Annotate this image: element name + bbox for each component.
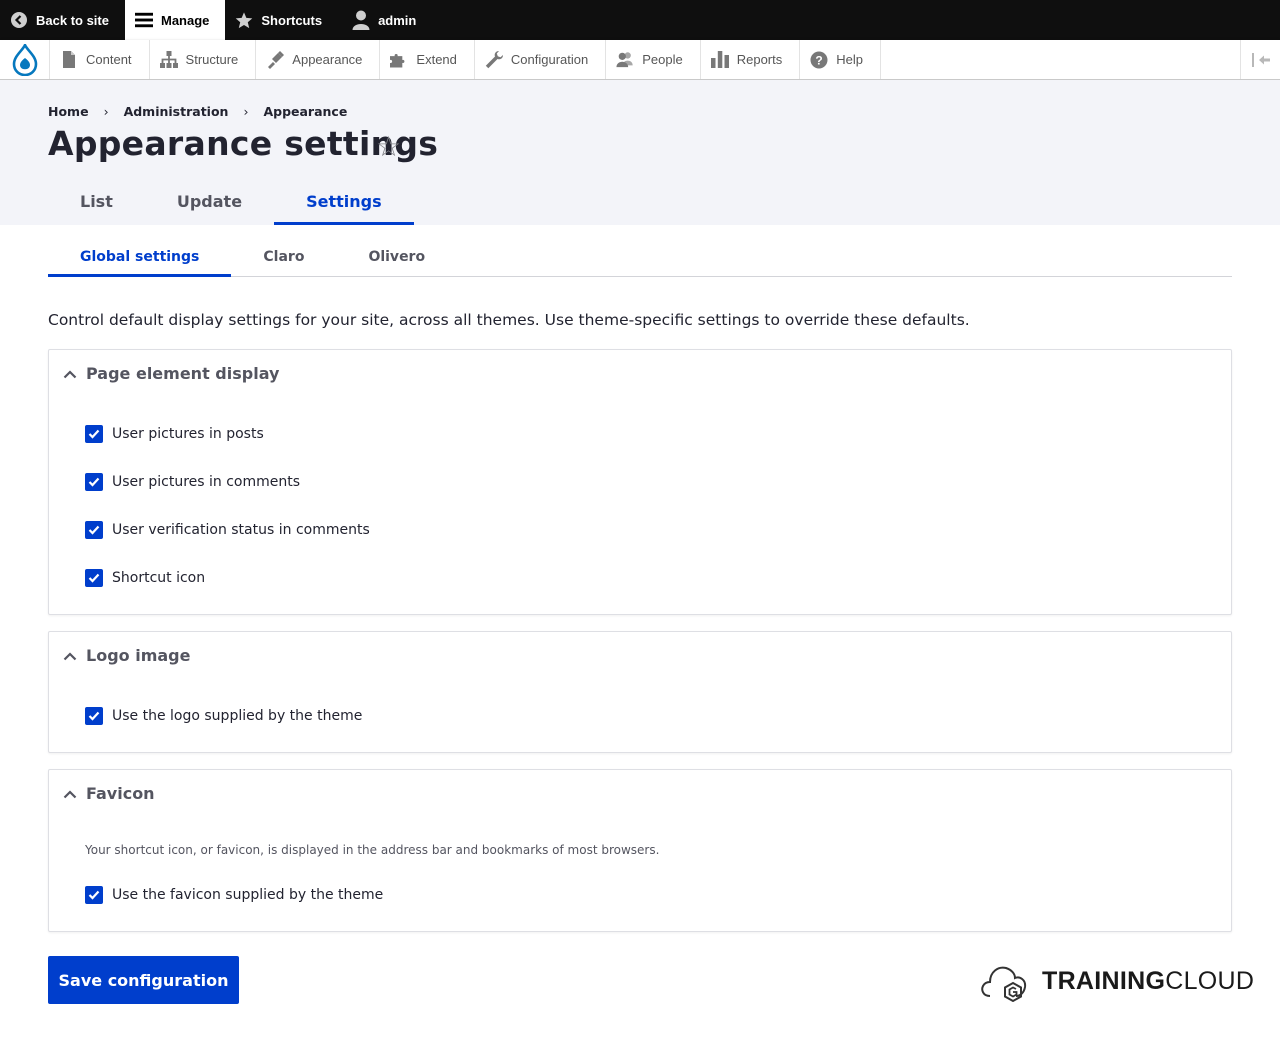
brand-logo: TRAININGCLOUD (980, 960, 1254, 1002)
fieldset-title: Favicon (86, 784, 155, 803)
admin-menu-bar: Content Structure Appearance Extend Conf… (0, 40, 1280, 80)
checkbox-label: Use the logo supplied by the theme (112, 708, 363, 724)
checkbox-user-pictures-posts[interactable]: User pictures in posts (85, 425, 264, 443)
chevron-up-icon (63, 649, 77, 663)
menu-item-reports-label: Reports (736, 52, 783, 67)
tab-list[interactable]: List (48, 184, 145, 225)
checkbox-checked-icon[interactable] (85, 473, 103, 491)
user-tab[interactable]: admin (338, 0, 432, 40)
brand-word-cloud: CLOUD (1165, 966, 1255, 995)
checkbox-user-verification-status[interactable]: User verification status in comments (85, 521, 370, 539)
primary-tabs: List Update Settings (48, 184, 414, 225)
checkbox-checked-icon[interactable] (85, 569, 103, 587)
checkbox-label: Use the favicon supplied by the theme (112, 887, 384, 903)
menu-item-appearance[interactable]: Appearance (256, 40, 381, 79)
puzzle-icon (390, 51, 408, 69)
manage-tab[interactable]: Manage (124, 0, 226, 40)
fieldset-toggle[interactable]: Favicon (63, 784, 155, 803)
tab-claro[interactable]: Claro (231, 239, 336, 277)
brand-wordmark: TRAININGCLOUD (1042, 967, 1254, 996)
fieldset-favicon: Favicon Your shortcut icon, or favicon, … (48, 769, 1232, 932)
page-header: Home › Administration › Appearance Appea… (0, 80, 1280, 225)
fieldset-title: Logo image (86, 646, 191, 665)
fieldset-toggle[interactable]: Page element display (63, 364, 279, 383)
bar-chart-icon (710, 51, 729, 69)
chevron-up-icon (63, 367, 77, 381)
cloud-logo-icon (981, 966, 1027, 1002)
menu-item-help[interactable]: ? Help (800, 40, 881, 79)
tab-update[interactable]: Update (145, 184, 274, 225)
user-icon (352, 10, 370, 30)
breadcrumb-home[interactable]: Home (48, 104, 89, 119)
checkbox-label: User verification status in comments (112, 522, 370, 538)
intro-text: Control default display settings for you… (48, 311, 970, 329)
user-label: admin (378, 12, 417, 28)
toolbar: Back to site Manage Shortcuts admin (0, 0, 1280, 40)
orientation-toggle-icon[interactable] (1240, 40, 1280, 79)
checkbox-user-pictures-comments[interactable]: User pictures in comments (85, 473, 300, 491)
menu-bar-spacer (881, 40, 1240, 79)
breadcrumb-separator: › (243, 104, 249, 119)
paintbrush-icon (266, 50, 285, 69)
breadcrumb-appearance[interactable]: Appearance (263, 104, 347, 119)
checkbox-checked-icon[interactable] (85, 521, 103, 539)
menu-item-configuration-label: Configuration (510, 52, 589, 67)
sitemap-icon (159, 51, 178, 69)
checkbox-label: User pictures in posts (112, 426, 264, 442)
svg-text:?: ? (816, 53, 823, 67)
breadcrumb-separator: › (103, 104, 109, 119)
drupal-logo-icon[interactable] (0, 40, 50, 79)
save-configuration-button[interactable]: Save configuration (48, 956, 239, 1004)
breadcrumb-administration[interactable]: Administration (124, 104, 229, 119)
back-to-site-link[interactable]: Back to site (0, 0, 125, 40)
fieldset-title: Page element display (86, 364, 280, 383)
menu-item-content[interactable]: Content (50, 40, 150, 79)
wrench-icon (485, 50, 503, 69)
fieldset-logo-image: Logo image Use the logo supplied by the … (48, 631, 1232, 753)
back-to-site-label: Back to site (36, 12, 109, 28)
menu-item-people-label: People (642, 52, 683, 67)
star-icon (235, 11, 253, 29)
menu-item-extend-label: Extend (416, 52, 457, 67)
checkbox-label: Shortcut icon (112, 570, 206, 586)
checkbox-label: User pictures in comments (112, 474, 301, 490)
checkbox-checked-icon[interactable] (85, 425, 103, 443)
tab-global-settings[interactable]: Global settings (48, 239, 232, 277)
checkbox-use-theme-favicon[interactable]: Use the favicon supplied by the theme (85, 886, 383, 904)
checkbox-use-theme-logo[interactable]: Use the logo supplied by the theme (85, 707, 362, 725)
people-icon (616, 51, 634, 69)
chevron-up-icon (63, 787, 77, 801)
fieldset-page-element-display: Page element display User pictures in po… (48, 349, 1232, 615)
secondary-tabs: Global settings Claro Olivero (48, 239, 1232, 277)
fieldset-toggle[interactable]: Logo image (63, 646, 190, 665)
help-icon: ? (810, 51, 828, 69)
breadcrumb: Home › Administration › Appearance (48, 104, 347, 119)
tab-settings[interactable]: Settings (274, 184, 414, 225)
favicon-description: Your shortcut icon, or favicon, is displ… (85, 843, 660, 857)
menu-item-content-label: Content (86, 52, 132, 67)
menu-item-structure[interactable]: Structure (150, 40, 257, 79)
tab-olivero[interactable]: Olivero (336, 239, 457, 277)
manage-label: Manage (160, 12, 210, 28)
hamburger-icon (134, 11, 153, 29)
menu-item-people[interactable]: People (606, 40, 701, 79)
checkbox-checked-icon[interactable] (85, 886, 103, 904)
file-icon (60, 51, 78, 69)
shortcuts-label: Shortcuts (261, 12, 323, 28)
menu-item-help-label: Help (836, 52, 863, 67)
menu-item-reports[interactable]: Reports (701, 40, 801, 79)
menu-item-structure-label: Structure (185, 52, 239, 67)
menu-item-configuration[interactable]: Configuration (475, 40, 607, 79)
shortcuts-tab[interactable]: Shortcuts (225, 0, 338, 40)
chevron-left-circle-icon (10, 11, 28, 29)
shortcut-star-icon[interactable]: ☆ (376, 130, 401, 163)
menu-item-appearance-label: Appearance (292, 52, 363, 67)
brand-word-training: TRAINING (1042, 966, 1166, 995)
menu-item-extend[interactable]: Extend (380, 40, 475, 79)
checkbox-checked-icon[interactable] (85, 707, 103, 725)
checkbox-shortcut-icon[interactable]: Shortcut icon (85, 569, 205, 587)
